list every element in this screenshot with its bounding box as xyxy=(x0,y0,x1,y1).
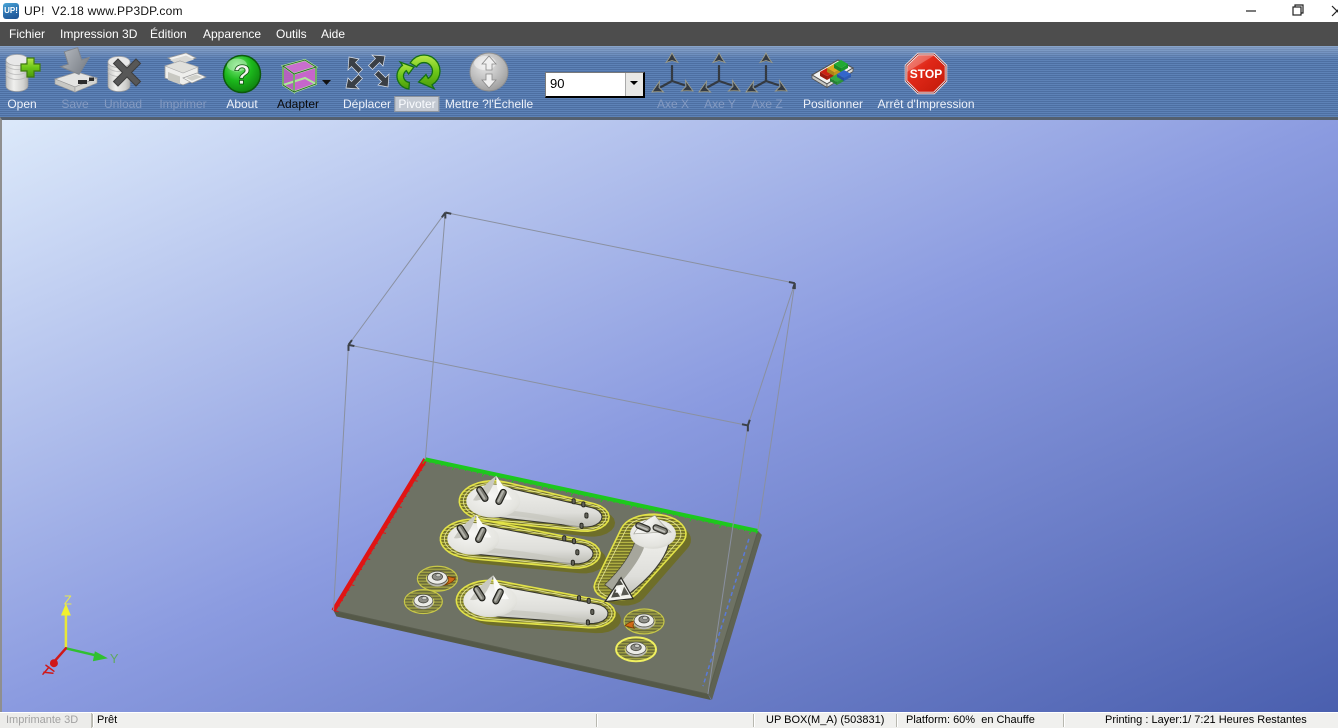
svg-text:?: ? xyxy=(233,59,250,90)
svg-text:Z: Z xyxy=(64,593,72,608)
svg-text:Y: Y xyxy=(110,651,119,666)
svg-text:STOP: STOP xyxy=(910,67,942,81)
